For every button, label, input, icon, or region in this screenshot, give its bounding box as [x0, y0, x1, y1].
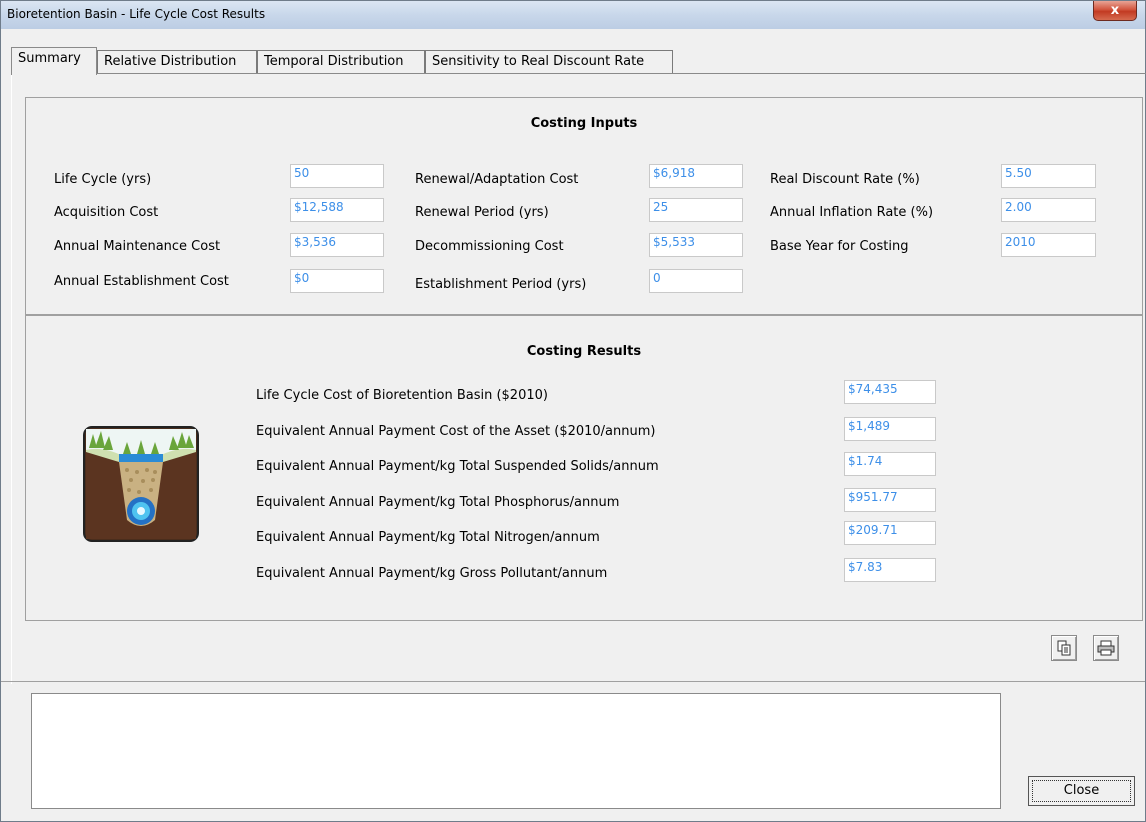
print-button[interactable]: [1093, 635, 1119, 661]
result-value-gross-pollutant[interactable]: $7.83: [844, 558, 936, 582]
acquisition-cost-label: Acquisition Cost: [54, 205, 159, 220]
tab-relative-distribution-label: Relative Distribution: [104, 54, 237, 69]
annual-inflation-rate-label: Annual Inflation Rate (%): [770, 205, 934, 220]
result-label-eap-asset: Equivalent Annual Payment Cost of the As…: [256, 424, 656, 439]
annual-inflation-rate-field[interactable]: 2.00: [1001, 198, 1096, 222]
renewal-adaptation-cost-field[interactable]: $6,918: [649, 164, 743, 188]
tab-temporal-distribution-label: Temporal Distribution: [264, 54, 404, 69]
printer-icon: [1097, 640, 1115, 660]
tab-temporal-distribution[interactable]: Temporal Distribution: [257, 50, 425, 74]
annual-maintenance-cost-field[interactable]: $3,536: [290, 233, 384, 257]
result-label-lcc: Life Cycle Cost of Bioretention Basin ($…: [256, 388, 548, 403]
acquisition-cost-field[interactable]: $12,588: [290, 198, 384, 222]
annual-maintenance-cost-label: Annual Maintenance Cost: [54, 239, 221, 254]
tab-summary-label: Summary: [18, 51, 81, 66]
copy-icon: [1056, 640, 1072, 660]
annual-establishment-cost-label: Annual Establishment Cost: [54, 274, 229, 289]
window-title: Bioretention Basin - Life Cycle Cost Res…: [7, 7, 266, 21]
life-cycle-label: Life Cycle (yrs): [54, 172, 152, 187]
real-discount-rate-label: Real Discount Rate (%): [770, 172, 920, 187]
decommissioning-cost-field[interactable]: $5,533: [649, 233, 743, 257]
life-cycle-field[interactable]: 50: [290, 164, 384, 188]
tab-relative-distribution[interactable]: Relative Distribution: [97, 50, 257, 74]
tab-summary[interactable]: Summary: [11, 47, 97, 75]
annual-establishment-cost-field[interactable]: $0: [290, 269, 384, 293]
close-button[interactable]: Close: [1028, 776, 1135, 806]
result-value-phosphorus[interactable]: $951.77: [844, 488, 936, 512]
title-bar[interactable]: Bioretention Basin - Life Cycle Cost Res…: [1, 1, 1145, 29]
tab-sensitivity-label: Sensitivity to Real Discount Rate: [432, 54, 645, 69]
result-label-tss: Equivalent Annual Payment/kg Total Suspe…: [256, 459, 659, 474]
bioretention-basin-icon: [83, 426, 199, 542]
result-label-nitrogen: Equivalent Annual Payment/kg Total Nitro…: [256, 530, 600, 545]
costing-inputs-title: Costing Inputs: [530, 116, 638, 131]
tab-sensitivity[interactable]: Sensitivity to Real Discount Rate: [425, 50, 673, 74]
result-label-gross-pollutant: Equivalent Annual Payment/kg Gross Pollu…: [256, 566, 608, 581]
result-label-phosphorus: Equivalent Annual Payment/kg Total Phosp…: [256, 495, 620, 510]
result-value-nitrogen[interactable]: $209.71: [844, 521, 936, 545]
costing-results-title: Costing Results: [526, 344, 642, 359]
separator: [1, 681, 1145, 682]
base-year-field[interactable]: 2010: [1001, 233, 1096, 257]
result-value-eap-asset[interactable]: $1,489: [844, 417, 936, 441]
renewal-period-label: Renewal Period (yrs): [415, 205, 549, 220]
renewal-adaptation-cost-label: Renewal/Adaptation Cost: [415, 172, 579, 187]
close-window-button[interactable]: x: [1093, 1, 1137, 21]
renewal-period-field[interactable]: 25: [649, 198, 743, 222]
copy-button[interactable]: [1051, 635, 1077, 661]
result-value-tss[interactable]: $1.74: [844, 452, 936, 476]
close-icon: x: [1110, 3, 1120, 18]
decommissioning-cost-label: Decommissioning Cost: [415, 239, 564, 254]
notes-textarea[interactable]: [31, 693, 1001, 809]
establishment-period-field[interactable]: 0: [649, 269, 743, 293]
real-discount-rate-field[interactable]: 5.50: [1001, 164, 1096, 188]
results-window: Bioretention Basin - Life Cycle Cost Res…: [0, 0, 1146, 822]
base-year-label: Base Year for Costing: [770, 239, 909, 254]
establishment-period-label: Establishment Period (yrs): [415, 277, 587, 292]
result-value-lcc[interactable]: $74,435: [844, 380, 936, 404]
